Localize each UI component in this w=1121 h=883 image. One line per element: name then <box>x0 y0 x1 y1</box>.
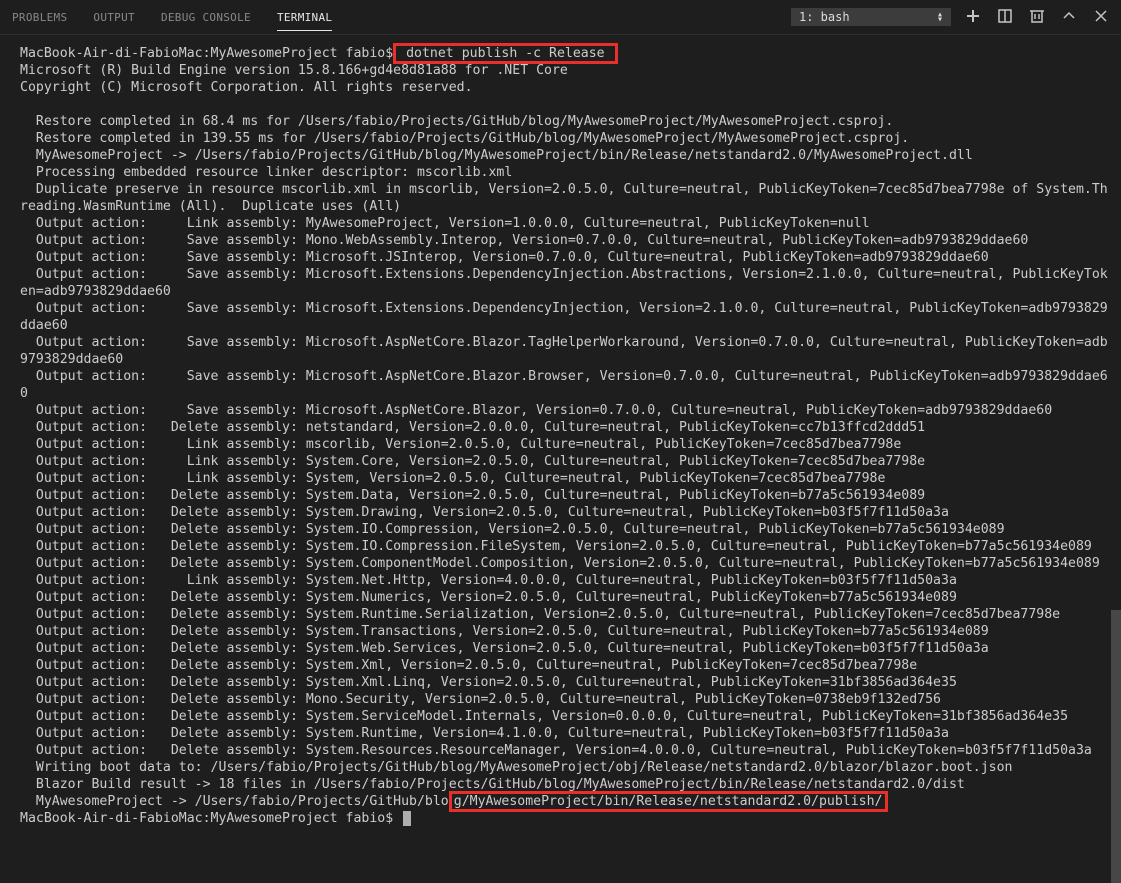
split-terminal-button[interactable] <box>997 8 1013 27</box>
terminal-selector-label: 1: bash <box>799 10 850 24</box>
terminal-body: Microsoft (R) Build Engine version 15.8.… <box>20 63 1108 792</box>
panel-root: PROBLEMS OUTPUT DEBUG CONSOLE TERMINAL 1… <box>0 0 1121 883</box>
new-terminal-button[interactable] <box>965 8 981 27</box>
terminal-output[interactable]: MacBook-Air-di-FabioMac:MyAwesomeProject… <box>0 35 1121 883</box>
terminal-toolbar <box>965 8 1109 27</box>
prompt-1: MacBook-Air-di-FabioMac:MyAwesomeProject… <box>20 46 393 61</box>
tab-debug-console[interactable]: DEBUG CONSOLE <box>161 11 251 24</box>
prompt-2: MacBook-Air-di-FabioMac:MyAwesomeProject… <box>20 811 401 826</box>
tab-problems[interactable]: PROBLEMS <box>12 11 67 24</box>
close-panel-button[interactable] <box>1093 8 1109 27</box>
highlighted-command: dotnet publish -c Release <box>393 43 617 64</box>
panel-tabs: PROBLEMS OUTPUT DEBUG CONSOLE TERMINAL <box>12 11 332 24</box>
kill-terminal-button[interactable] <box>1029 8 1045 27</box>
highlighted-path: g/MyAwesomeProject/bin/Release/netstanda… <box>449 791 888 812</box>
tab-output[interactable]: OUTPUT <box>93 11 135 24</box>
line-blazor-result: MyAwesomeProject -> /Users/fabio/Project… <box>20 794 449 809</box>
panel-tabbar: PROBLEMS OUTPUT DEBUG CONSOLE TERMINAL 1… <box>0 0 1121 35</box>
scrollbar-thumb[interactable] <box>1111 610 1121 883</box>
updown-icon: ▴▾ <box>937 12 943 22</box>
terminal-selector[interactable]: 1: bash ▴▾ <box>791 8 951 26</box>
maximize-panel-button[interactable] <box>1061 8 1077 27</box>
tab-terminal[interactable]: TERMINAL <box>277 11 332 31</box>
cursor <box>403 811 411 826</box>
